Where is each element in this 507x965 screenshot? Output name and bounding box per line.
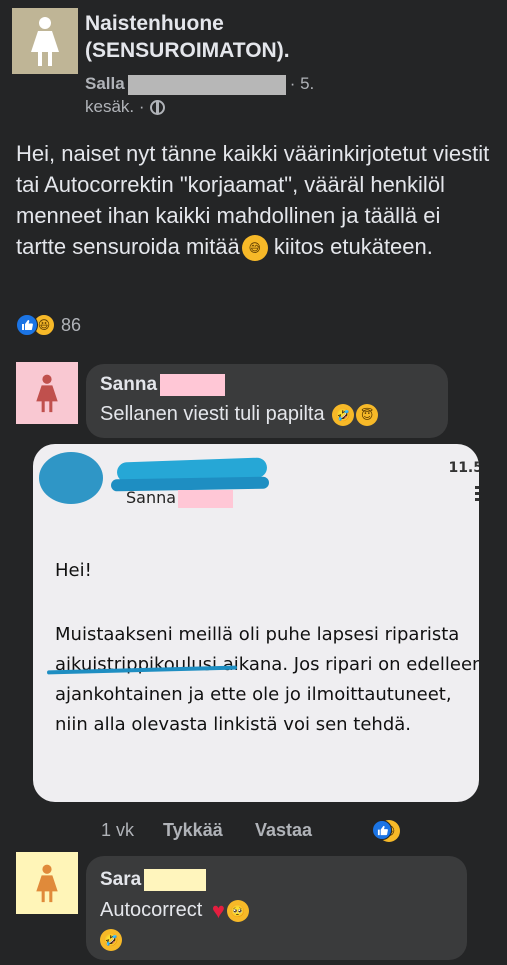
like-button[interactable]: Tykkää	[163, 820, 223, 841]
message-body: Muistaakseni meillä oli puhe lapsesi rip…	[55, 624, 479, 735]
message-sender-name: Sanna	[126, 488, 177, 507]
date-part1: · 5.	[289, 74, 315, 93]
woman-figure-icon	[36, 374, 58, 413]
woman-figure-icon	[31, 17, 59, 66]
post-body: Hei, naiset nyt tänne kaikki väärinkirjo…	[16, 138, 496, 262]
redacted-surname	[178, 489, 234, 508]
comment-author-name[interactable]: Sara	[100, 869, 141, 890]
author-name[interactable]: Salla	[85, 74, 125, 93]
avatar[interactable]	[16, 852, 78, 914]
reply-button[interactable]: Vastaa	[255, 820, 312, 841]
comment-author[interactable]: Sara	[100, 868, 207, 892]
comment-bubble: Sanna Sellanen viesti tuli papilta 🤣 😇	[86, 364, 448, 438]
comment-text: Autocorrect ♥ 🥺	[100, 897, 249, 924]
post-header: Naistenhuone (SENSUROIMATON). Salla · 5. …	[12, 8, 502, 118]
scribble-redaction	[39, 452, 103, 504]
comment-author-name[interactable]: Sanna	[100, 374, 157, 395]
like-icon	[372, 820, 392, 840]
group-name[interactable]: Naistenhuone (SENSUROIMATON).	[85, 10, 385, 64]
date-part2[interactable]: kesäk. ·	[85, 97, 145, 117]
reaction-count: 86	[61, 314, 82, 335]
redacted-surname	[127, 74, 286, 95]
date-line: kesäk. ·	[85, 97, 165, 117]
group-avatar[interactable]	[12, 8, 78, 74]
post-body-tail: kiitos etukäteen.	[267, 234, 433, 259]
comment-bubble: Sara Autocorrect ♥ 🥺 🤣	[86, 856, 467, 960]
rofl-emoji: 🤣	[100, 928, 122, 951]
message-time: 11.5	[448, 460, 479, 476]
redacted-surname	[144, 868, 207, 891]
post-reactions[interactable]: 😆 86	[16, 314, 81, 336]
avatar[interactable]	[16, 362, 78, 424]
message-greeting: Hei!	[55, 560, 92, 581]
woman-figure-icon	[36, 864, 58, 903]
comment-text: Sellanen viesti tuli papilta 🤣 😇	[100, 401, 379, 428]
smiling-halo-emoji: 😇	[356, 403, 379, 426]
comment-time[interactable]: 1 vk	[101, 820, 134, 841]
red-heart-emoji: ♥	[211, 898, 225, 924]
comment-text-line2: 🤣	[100, 926, 122, 953]
comment-author[interactable]: Sanna	[100, 373, 226, 397]
message-sender: Sanna	[126, 488, 234, 508]
redacted-surname	[160, 373, 226, 396]
comment-text-body: Autocorrect	[100, 899, 203, 921]
globe-icon	[149, 99, 165, 115]
comment-actions: 1 vk Tykkää Vastaa 56 😆	[0, 820, 507, 844]
sweat-smile-emoji: 😅	[241, 235, 268, 262]
comment-text-body: Sellanen viesti tuli papilta	[100, 403, 325, 425]
rofl-emoji: 🤣	[332, 403, 355, 426]
pleading-face-emoji: 🥺	[226, 899, 249, 922]
author-line: Salla · 5.	[85, 74, 314, 95]
attached-message-screenshot[interactable]: 11.5 Sanna Hei! Muistaakseni meillä oli …	[33, 444, 479, 802]
more-options-icon	[475, 486, 479, 502]
like-icon	[16, 314, 38, 336]
